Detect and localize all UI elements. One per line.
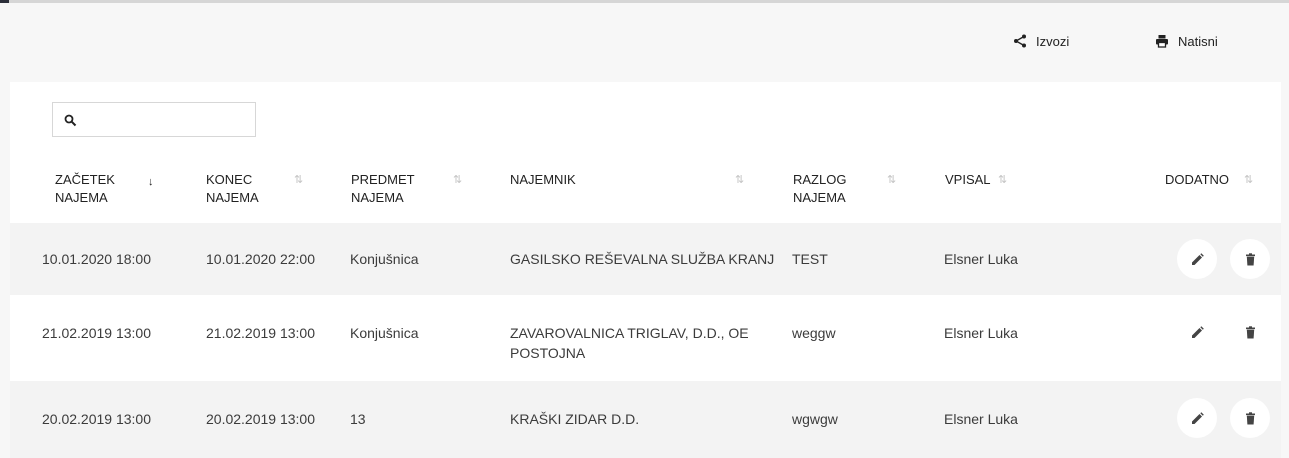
- column-header-entered-by-line1: Vpisal: [945, 172, 991, 187]
- sort-icon[interactable]: ⇅: [887, 174, 896, 186]
- column-header-start-line2: najema: [55, 190, 108, 205]
- column-header-end[interactable]: Konec najema: [206, 171, 259, 207]
- column-header-end-line2: najema: [206, 190, 259, 205]
- trash-icon: [1245, 411, 1255, 424]
- rentals-table-card: Začetek najema ↓ Konec najema ⇅ Predmet …: [10, 82, 1281, 458]
- edit-button[interactable]: [1177, 312, 1217, 352]
- sort-icon[interactable]: ⇅: [1244, 174, 1253, 186]
- column-header-tenant[interactable]: Najemnik: [510, 171, 576, 189]
- printer-icon: [1156, 35, 1168, 48]
- cell-end: 10.01.2020 22:00: [206, 251, 315, 267]
- sort-desc-icon[interactable]: ↓: [148, 176, 154, 188]
- export-label: Izvozi: [1036, 33, 1070, 49]
- cell-item: Konjušnica: [350, 251, 419, 267]
- cell-start: 10.01.2020 18:00: [42, 251, 151, 267]
- trash-icon: [1245, 252, 1255, 265]
- cell-reason: wgwgw: [792, 411, 838, 427]
- cell-entered-by: Elsner Luka: [944, 251, 1018, 267]
- cell-item: 13: [350, 411, 366, 427]
- pencil-icon: [1191, 252, 1204, 265]
- delete-button[interactable]: [1230, 398, 1270, 438]
- column-header-extra[interactable]: Dodatno: [1165, 171, 1229, 189]
- cell-start: 21.02.2019 13:00: [42, 325, 151, 341]
- column-header-item-line1: Predmet: [351, 172, 415, 187]
- column-header-item[interactable]: Predmet najema: [351, 171, 415, 207]
- share-icon: [1014, 34, 1026, 48]
- column-header-entered-by[interactable]: Vpisal: [945, 171, 991, 189]
- column-header-reason-line2: najema: [793, 190, 846, 205]
- cell-reason: TEST: [792, 251, 828, 267]
- table-row: 21.02.2019 13:00 21.02.2019 13:00 Konjuš…: [10, 295, 1281, 381]
- search-input[interactable]: [83, 107, 251, 132]
- print-label: Natisni: [1178, 33, 1218, 49]
- edit-button[interactable]: [1177, 239, 1217, 279]
- cell-tenant: KRAŠKI ZIDAR D.D.: [510, 411, 640, 427]
- top-progress-accent: [0, 0, 9, 3]
- cell-end: 21.02.2019 13:00: [206, 325, 315, 341]
- column-header-start[interactable]: Začetek najema: [55, 171, 115, 207]
- sort-icon[interactable]: ⇅: [453, 174, 462, 186]
- cell-reason: weggw: [792, 325, 836, 341]
- pencil-icon: [1191, 411, 1204, 424]
- search-icon: [64, 114, 77, 127]
- column-header-item-line2: najema: [351, 190, 404, 205]
- edit-button[interactable]: [1177, 398, 1217, 438]
- column-header-start-line1: Začetek: [55, 172, 115, 187]
- top-progress-bar: [0, 0, 1289, 3]
- pencil-icon: [1191, 325, 1204, 338]
- column-header-tenant-line1: Najemnik: [510, 172, 576, 187]
- search-box: [52, 102, 256, 137]
- column-header-reason[interactable]: Razlog najema: [793, 171, 846, 207]
- print-button[interactable]: Natisni: [1155, 30, 1218, 52]
- trash-icon: [1245, 325, 1255, 338]
- cell-entered-by: Elsner Luka: [944, 325, 1018, 341]
- sort-icon[interactable]: ⇅: [735, 174, 744, 186]
- export-button[interactable]: Izvozi: [1013, 30, 1069, 52]
- table-row: 20.02.2019 13:00 20.02.2019 13:00 13 KRA…: [10, 381, 1281, 458]
- column-header-reason-line1: Razlog: [793, 172, 847, 187]
- cell-entered-by: Elsner Luka: [944, 411, 1018, 427]
- cell-end: 20.02.2019 13:00: [206, 411, 315, 427]
- cell-tenant: GASILSKO REŠEVALNA SLUŽBA KRANJ: [510, 251, 775, 267]
- cell-start: 20.02.2019 13:00: [42, 411, 151, 427]
- table-row: 10.01.2020 18:00 10.01.2020 22:00 Konjuš…: [10, 223, 1281, 295]
- delete-button[interactable]: [1230, 239, 1270, 279]
- sort-icon[interactable]: ⇅: [294, 174, 303, 186]
- cell-tenant: ZAVAROVALNICA TRIGLAV, D.D., OE POSTOJNA: [510, 325, 749, 361]
- delete-button[interactable]: [1230, 312, 1270, 352]
- column-header-end-line1: Konec: [206, 172, 253, 187]
- cell-item: Konjušnica: [350, 325, 419, 341]
- sort-icon[interactable]: ⇅: [998, 174, 1007, 186]
- column-header-extra-line1: Dodatno: [1165, 172, 1230, 187]
